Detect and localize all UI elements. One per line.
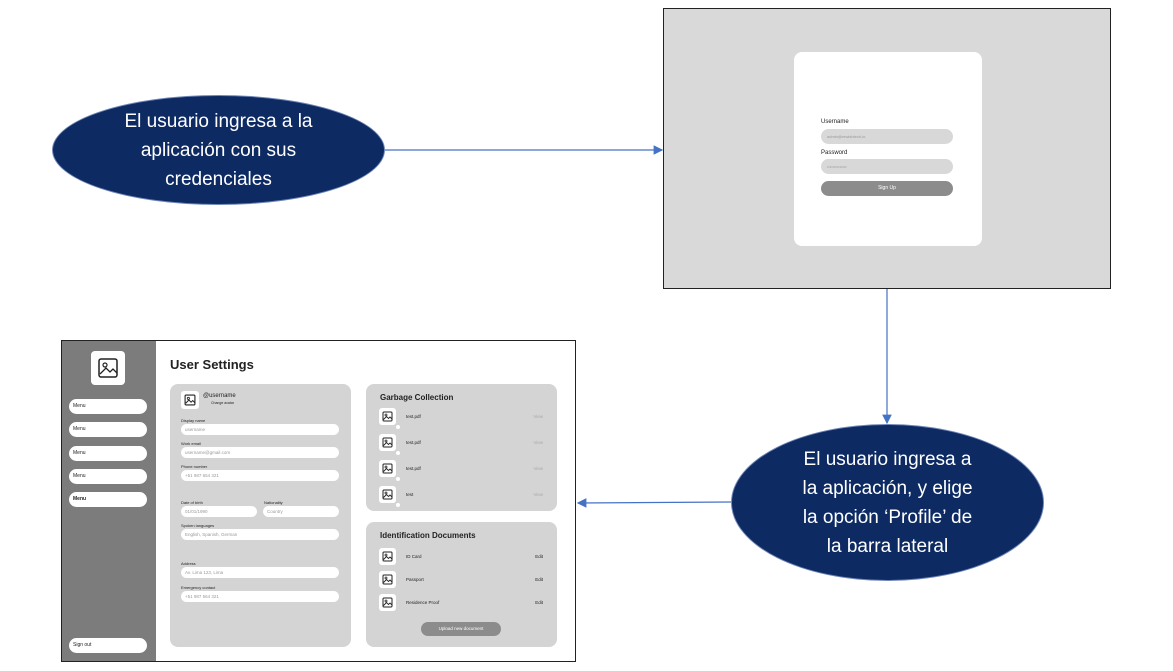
emergency-contact-label: Emergency contact <box>181 585 216 590</box>
sidebar-item-menu-2[interactable]: Menu <box>69 422 147 437</box>
sign-up-button[interactable]: Sign Up <box>821 181 953 196</box>
flow-step-login-ellipse: El usuario ingresa a la aplicación con s… <box>52 95 385 205</box>
arrow-step2-to-settings <box>576 498 732 508</box>
address-label: Address <box>181 561 196 566</box>
garbage-file-name: test.pdf <box>406 466 421 471</box>
profile-panel: @username Change avatar Display name use… <box>170 384 351 647</box>
nationality-input[interactable]: Country <box>263 506 339 517</box>
username-label: Username <box>821 119 849 125</box>
work-email-input[interactable]: username@gmail.com <box>181 447 339 458</box>
document-name: Passport <box>406 577 424 582</box>
document-edit-button[interactable]: Edit <box>535 577 543 582</box>
identification-documents-title: Identification Documents <box>380 531 476 540</box>
identification-documents-panel: Identification Documents ID Card Edit Pa… <box>366 522 557 647</box>
sidebar-item-profile[interactable]: Menu <box>69 492 147 507</box>
sidebar: Menu Menu Menu Menu Menu Sign out <box>62 341 156 661</box>
file-status-dot <box>396 451 400 455</box>
sidebar-item-menu-4[interactable]: Menu <box>69 469 147 484</box>
image-icon <box>382 411 393 422</box>
document-name: ID Card <box>406 554 422 559</box>
garbage-collection-panel: Garbage Collection test.pdf View test.pd… <box>366 384 557 511</box>
file-status-dot <box>396 477 400 481</box>
file-icon <box>379 486 396 503</box>
password-input[interactable]: •••••••••••••• <box>821 159 953 174</box>
profile-username: @username <box>203 393 236 399</box>
document-icon <box>379 548 396 565</box>
page-title: User Settings <box>170 357 254 372</box>
document-icon <box>379 571 396 588</box>
logo <box>91 351 125 385</box>
change-avatar-link[interactable]: Change avatar <box>211 401 234 405</box>
document-name: Residence Proof <box>406 600 440 605</box>
password-label: Password <box>821 150 848 156</box>
dob-input[interactable]: 01/01/1990 <box>181 506 257 517</box>
sidebar-item-menu-1[interactable]: Menu <box>69 399 147 414</box>
work-email-label: Work email <box>181 441 201 446</box>
image-icon <box>382 437 393 448</box>
username-input[interactable]: admin@rewishtech.io <box>821 129 953 144</box>
sidebar-item-menu-3[interactable]: Menu <box>69 446 147 461</box>
nationality-label: Nationality <box>264 500 283 505</box>
image-icon <box>382 574 393 585</box>
login-screen: Username admin@rewishtech.io Password ••… <box>663 8 1111 289</box>
emergency-contact-input[interactable]: +51 987 564 321 <box>181 591 339 602</box>
file-icon <box>379 434 396 451</box>
display-name-input[interactable]: username <box>181 424 339 435</box>
user-settings-screen: Menu Menu Menu Menu Menu Sign out User S… <box>61 340 576 662</box>
languages-label: Spoken languages <box>181 523 215 528</box>
file-icon <box>379 460 396 477</box>
display-name-label: Display name <box>181 418 206 423</box>
phone-input[interactable]: +51 987 654 321 <box>181 470 339 481</box>
document-edit-button[interactable]: Edit <box>535 554 543 559</box>
image-icon <box>382 489 393 500</box>
garbage-file-view-button[interactable]: View <box>533 414 543 419</box>
dob-label: Date of birth <box>181 500 203 505</box>
garbage-file-view-button[interactable]: View <box>533 440 543 445</box>
file-icon <box>379 408 396 425</box>
flow-step-profile-text: El usuario ingresa a la aplicación, y el… <box>802 448 973 557</box>
garbage-collection-title: Garbage Collection <box>380 393 454 402</box>
flow-step-login-text: El usuario ingresa a la aplicación con s… <box>124 110 313 190</box>
image-icon <box>382 463 393 474</box>
image-icon <box>98 358 118 378</box>
garbage-file-name: test <box>406 492 414 497</box>
image-icon <box>184 394 196 406</box>
sign-out-button[interactable]: Sign out <box>69 638 147 653</box>
document-icon <box>379 594 396 611</box>
address-input[interactable]: Av. Lima 123, Lima <box>181 567 339 578</box>
login-card: Username admin@rewishtech.io Password ••… <box>794 52 982 246</box>
upload-new-document-button[interactable]: Upload new document <box>421 622 501 636</box>
phone-label: Phone number <box>181 464 208 469</box>
garbage-file-name: test.pdf <box>406 414 421 419</box>
image-icon <box>382 551 393 562</box>
garbage-file-view-button[interactable]: View <box>533 492 543 497</box>
garbage-file-view-button[interactable]: View <box>533 466 543 471</box>
file-status-dot <box>396 503 400 507</box>
flow-step-profile-ellipse: El usuario ingresa a la aplicación, y el… <box>731 424 1044 581</box>
document-edit-button[interactable]: Edit <box>535 600 543 605</box>
garbage-file-name: test.pdf <box>406 440 421 445</box>
avatar[interactable] <box>181 391 199 409</box>
file-status-dot <box>396 425 400 429</box>
image-icon <box>382 597 393 608</box>
languages-input[interactable]: English, Spanish, German <box>181 529 339 540</box>
